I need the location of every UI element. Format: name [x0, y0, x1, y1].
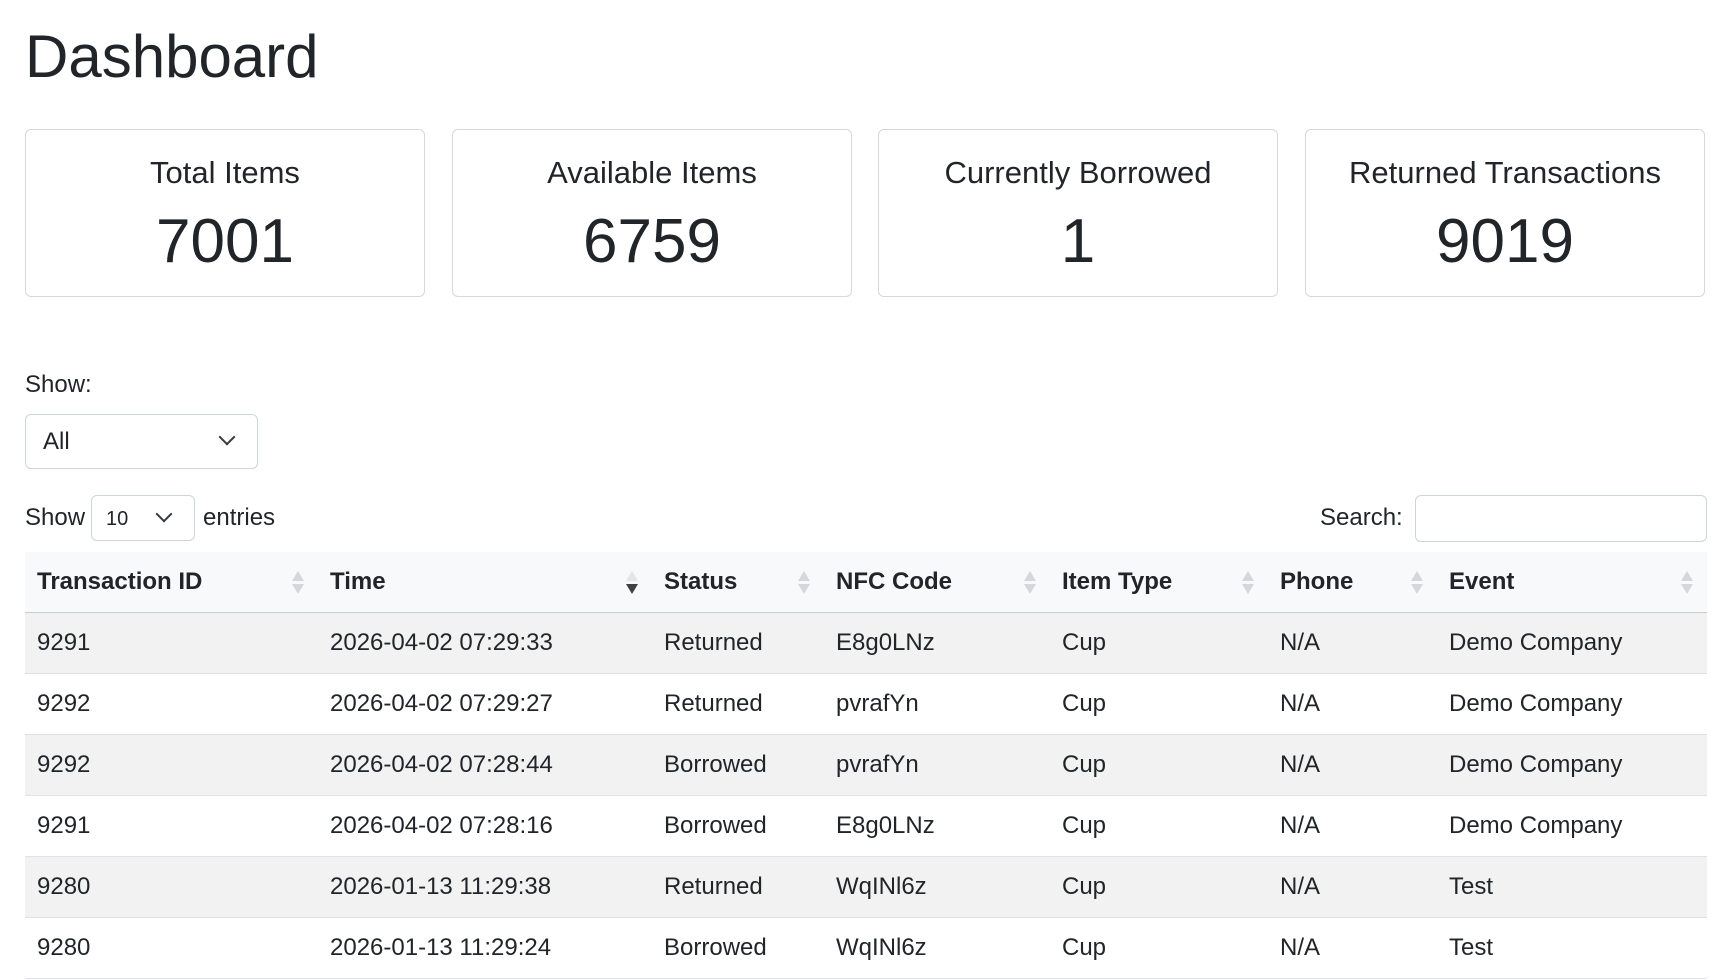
stat-label: Available Items — [547, 155, 757, 190]
cell-status: Returned — [652, 612, 824, 674]
column-header-label: Phone — [1280, 567, 1354, 595]
cell-item-type: Cup — [1050, 795, 1268, 857]
cell-item-type: Cup — [1050, 734, 1268, 796]
cell-time: 2026-04-02 07:28:16 — [318, 795, 652, 857]
chevron-down-icon — [155, 505, 173, 523]
cell-status: Borrowed — [652, 795, 824, 857]
stat-value: 9019 — [1436, 207, 1574, 276]
cell-status: Returned — [652, 856, 824, 918]
cell-time: 2026-04-02 07:29:27 — [318, 673, 652, 735]
cell-nfc-code: WqINl6z — [824, 856, 1050, 918]
cell-status: Borrowed — [652, 734, 824, 796]
cell-phone: N/A — [1268, 856, 1437, 918]
cell-status: Returned — [652, 673, 824, 735]
cell-transaction-id: 9291 — [25, 612, 318, 674]
table-header-row: Transaction ID Time Status NFC Code Item… — [25, 552, 1707, 613]
cell-event: Demo Company — [1437, 612, 1707, 674]
cell-transaction-id: 9280 — [25, 917, 318, 979]
search-label: Search: — [1320, 504, 1403, 531]
column-header-status[interactable]: Status — [652, 552, 824, 613]
stat-value: 6759 — [583, 207, 721, 276]
cell-transaction-id: 9292 — [25, 673, 318, 735]
cell-time: 2026-01-13 11:29:24 — [318, 917, 652, 979]
cell-phone: N/A — [1268, 673, 1437, 735]
column-header-time[interactable]: Time — [318, 552, 652, 613]
column-header-transaction-id[interactable]: Transaction ID — [25, 552, 318, 613]
entries-length-suffix: entries — [203, 504, 276, 531]
stat-label: Returned Transactions — [1349, 155, 1661, 190]
search-input[interactable] — [1415, 495, 1707, 542]
table-row[interactable]: 9280 2026-01-13 11:29:24 Borrowed WqINl6… — [25, 917, 1707, 979]
table-row[interactable]: 9292 2026-04-02 07:29:27 Returned pvrafY… — [25, 673, 1707, 735]
column-header-nfc-code[interactable]: NFC Code — [824, 552, 1050, 613]
table-row[interactable]: 9291 2026-04-02 07:29:33 Returned E8g0LN… — [25, 612, 1707, 674]
stat-value: 7001 — [156, 207, 294, 276]
table-row[interactable]: 9280 2026-01-13 11:29:38 Returned WqINl6… — [25, 856, 1707, 918]
sort-icon — [1411, 569, 1425, 597]
chevron-down-icon — [218, 428, 236, 446]
cell-item-type: Cup — [1050, 856, 1268, 918]
cell-transaction-id: 9280 — [25, 856, 318, 918]
cell-time: 2026-04-02 07:29:33 — [318, 612, 652, 674]
column-header-label: Status — [664, 567, 738, 595]
cell-nfc-code: E8g0LNz — [824, 612, 1050, 674]
cell-nfc-code: pvrafYn — [824, 673, 1050, 735]
transactions-table: Transaction ID Time Status NFC Code Item… — [25, 552, 1707, 979]
stat-card-total-items: Total Items 7001 — [25, 129, 425, 297]
cell-phone: N/A — [1268, 795, 1437, 857]
column-header-item-type[interactable]: Item Type — [1050, 552, 1268, 613]
cell-phone: N/A — [1268, 612, 1437, 674]
cell-transaction-id: 9292 — [25, 734, 318, 796]
column-header-label: NFC Code — [836, 567, 952, 595]
entries-length-select[interactable]: 10 — [91, 495, 195, 541]
cell-phone: N/A — [1268, 734, 1437, 796]
column-header-label: Event — [1449, 567, 1515, 595]
sort-icon — [1024, 569, 1038, 597]
stat-value: 1 — [1060, 207, 1096, 276]
column-header-label: Item Type — [1062, 567, 1173, 595]
cell-transaction-id: 9291 — [25, 795, 318, 857]
cell-time: 2026-01-13 11:29:38 — [318, 856, 652, 918]
sort-icon — [1242, 569, 1256, 597]
stat-card-currently-borrowed: Currently Borrowed 1 — [878, 129, 1278, 297]
entries-length-value: 10 — [106, 508, 129, 530]
cell-phone: N/A — [1268, 917, 1437, 979]
cell-event: Test — [1437, 917, 1707, 979]
stats-cards: Total Items 7001 Available Items 6759 Cu… — [25, 129, 1707, 299]
column-header-phone[interactable]: Phone — [1268, 552, 1437, 613]
sort-icon — [798, 569, 812, 597]
cell-event: Demo Company — [1437, 795, 1707, 857]
cell-event: Demo Company — [1437, 673, 1707, 735]
stat-card-returned-transactions: Returned Transactions 9019 — [1305, 129, 1705, 297]
cell-item-type: Cup — [1050, 917, 1268, 979]
sort-icon — [1681, 569, 1695, 597]
stat-card-available-items: Available Items 6759 — [452, 129, 852, 297]
cell-event: Demo Company — [1437, 734, 1707, 796]
table-row[interactable]: 9291 2026-04-02 07:28:16 Borrowed E8g0LN… — [25, 795, 1707, 857]
page-title: Dashboard — [25, 23, 319, 90]
status-filter-select[interactable]: All — [25, 414, 258, 469]
cell-nfc-code: E8g0LNz — [824, 795, 1050, 857]
column-header-event[interactable]: Event — [1437, 552, 1707, 613]
status-filter-value: All — [43, 428, 70, 455]
cell-nfc-code: pvrafYn — [824, 734, 1050, 796]
cell-item-type: Cup — [1050, 673, 1268, 735]
stat-label: Currently Borrowed — [944, 155, 1212, 190]
column-header-label: Transaction ID — [37, 567, 203, 595]
cell-status: Borrowed — [652, 917, 824, 979]
column-header-label: Time — [330, 567, 386, 595]
table-row[interactable]: 9292 2026-04-02 07:28:44 Borrowed pvrafY… — [25, 734, 1707, 796]
sort-icon — [292, 569, 306, 597]
entries-length-prefix: Show — [25, 504, 86, 531]
cell-time: 2026-04-02 07:28:44 — [318, 734, 652, 796]
cell-item-type: Cup — [1050, 612, 1268, 674]
stat-label: Total Items — [150, 155, 300, 190]
status-filter-label: Show: — [25, 371, 92, 398]
cell-nfc-code: WqINl6z — [824, 917, 1050, 979]
sort-descending-icon — [626, 569, 640, 597]
cell-event: Test — [1437, 856, 1707, 918]
